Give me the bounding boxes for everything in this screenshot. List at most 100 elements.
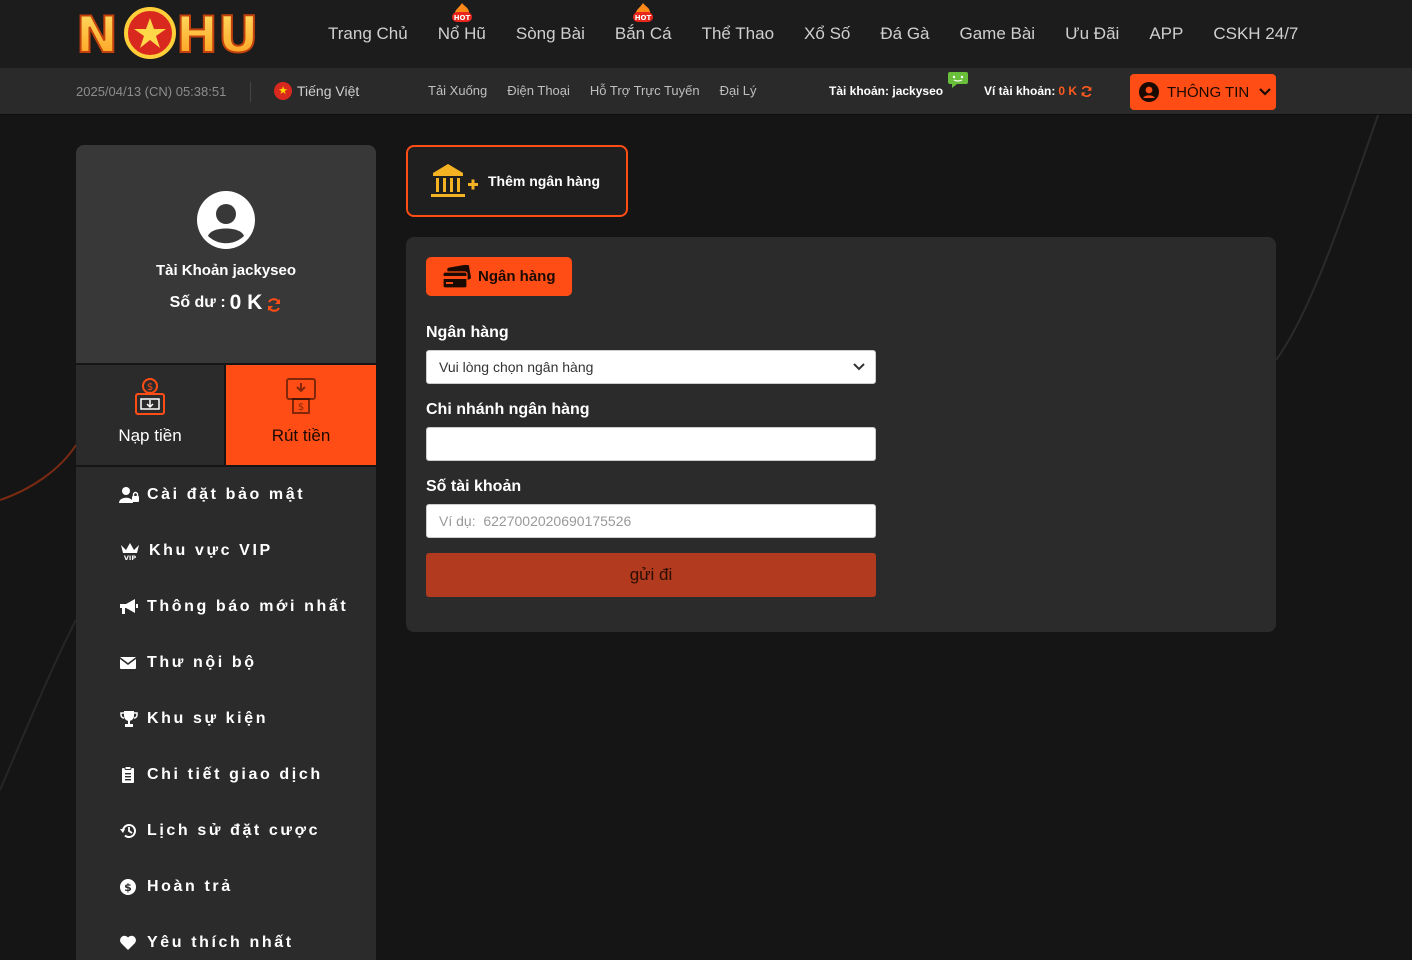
nav-item-support[interactable]: CSKH 24/7 [1198,0,1313,68]
deposit-atm-icon: $ [135,378,165,415]
nav-label: Trang Chủ [328,24,408,43]
add-bank-button[interactable]: Thêm ngân hàng [406,145,628,217]
nav-label: Ưu Đãi [1065,24,1120,43]
branch-input[interactable] [426,427,876,461]
refresh-icon[interactable] [266,297,282,313]
nav-label: Xổ Số [804,24,851,43]
credit-card-icon [442,264,471,289]
menu-label: Cài đặt bảo mật [147,486,306,503]
hot-badge-icon: HOT [451,3,472,22]
nav-label: APP [1149,24,1184,43]
nav-label: Nổ Hũ [437,24,486,43]
nohu-logo[interactable]: N HU [76,4,270,62]
info-dropdown-button[interactable]: THÔNG TIN [1130,74,1276,110]
withdraw-atm-icon: $ [286,378,316,414]
bank-form-card: Ngân hàng Ngân hàng Vui lòng chọn ngân h… [406,237,1276,632]
withdraw-label: Rút tiền [271,426,331,445]
sub-header-bar: 2025/04/13 (CN) 05:38:51 ★ Tiếng Việt Tả… [0,68,1412,115]
nav-item-app[interactable]: APP [1134,0,1198,68]
svg-text:HU: HU [176,6,258,62]
heart-icon [120,935,136,950]
chevron-down-icon [853,363,865,371]
chevron-down-icon [1259,88,1272,96]
nav-item-sports[interactable]: Thể Thao [687,0,789,68]
link-phone[interactable]: Điện Thoại [497,83,580,98]
tab-label: Ngân hàng [478,268,556,285]
menu-item-vip[interactable]: VIP Khu vực VIP [76,523,376,579]
hot-badge-text: HOT [635,14,652,22]
deposit-tile[interactable]: $ Nạp tiền [76,365,226,465]
envelope-icon [119,657,137,669]
hot-badge-text: HOT [453,14,470,22]
wallet-amount: 0 K [1058,84,1078,98]
menu-label: Thư nội bộ [147,654,257,671]
link-download[interactable]: Tải Xuống [418,83,497,98]
chat-bubble-icon[interactable] [947,71,969,89]
balance-value: 0 K [229,291,263,314]
refresh-icon[interactable] [1080,85,1093,98]
fund-tiles: $ Nạp tiền $ Rút tiền [76,365,376,465]
menu-label: Lịch sử đặt cược [147,822,321,839]
megaphone-icon [120,599,138,614]
menu-label: Khu vực VIP [149,542,273,559]
menu-item-events[interactable]: Khu sự kiện [76,691,376,747]
link-agent[interactable]: Đại Lý [710,83,767,98]
history-icon [120,824,136,839]
add-bank-label: Thêm ngân hàng [488,173,600,189]
clipboard-icon [122,766,134,783]
menu-label: Yêu thích nhất [147,934,294,951]
user-lock-icon [119,487,139,503]
nav-label: Game Bài [959,24,1036,43]
language-selector[interactable]: ★ Tiếng Việt [274,82,359,100]
menu-label: Chi tiết giao dịch [147,766,323,783]
nav-label: Đá Gà [880,24,930,43]
utility-links: Tải Xuống Điện Thoại Hỗ Trợ Trực Tuyến Đ… [418,83,766,98]
trophy-icon [120,711,138,727]
vip-crown-icon: VIP [121,543,139,561]
nav-item-cockfight[interactable]: Đá Gà [865,0,944,68]
nav-item-casino[interactable]: Sòng Bài [501,0,600,68]
branch-label: Chi nhánh ngân hàng [426,401,590,418]
menu-item-announcements[interactable]: Thông báo mới nhất [76,579,376,635]
account-number-label: Số tài khoản [426,478,522,495]
main-nav: Trang Chủ HOT Nổ Hũ Sòng Bài HOT Bắn Cá … [313,0,1313,68]
nav-label: Bắn Cá [614,24,672,43]
profile-card: Tài Khoản jackyseo Số dư : 0 K [76,145,376,363]
menu-item-bet-history[interactable]: Lịch sử đặt cược [76,803,376,859]
top-navbar: N HU Trang Chủ HOT Nổ Hũ Sòng Bài HOT Bắ… [0,0,1412,68]
account-number-input[interactable] [426,504,876,538]
hot-badge-icon: HOT [633,3,654,22]
menu-label: Khu sự kiện [147,710,269,727]
bank-select[interactable]: Vui lòng chọn ngân hàng [426,350,876,384]
nav-item-lottery[interactable]: Xổ Số [789,0,865,68]
bank-add-icon [431,164,478,197]
menu-item-transactions[interactable]: Chi tiết giao dịch [76,747,376,803]
deposit-label: Nạp tiền [118,426,182,445]
tab-bank[interactable]: Ngân hàng [426,257,572,296]
account-label: Tài khoản: [829,84,890,98]
language-label: Tiếng Việt [297,83,360,99]
user-circle-icon [1139,82,1159,102]
svg-text:$: $ [298,402,304,413]
svg-text:$: $ [124,881,132,894]
svg-text:VIP: VIP [124,554,136,561]
account-menu: Cài đặt bảo mật VIP Khu vực VIP Thông bá… [76,467,376,960]
menu-item-favorites[interactable]: Yêu thích nhất [76,915,376,960]
withdraw-tile[interactable]: $ Rút tiền [226,365,376,465]
nav-item-home[interactable]: Trang Chủ [313,0,423,68]
nav-item-card-games[interactable]: Game Bài [945,0,1051,68]
nav-item-fishing[interactable]: HOT Bắn Cá [600,0,687,68]
menu-item-inbox[interactable]: Thư nội bộ [76,635,376,691]
link-online-support[interactable]: Hỗ Trợ Trực Tuyến [580,83,710,98]
menu-item-security[interactable]: Cài đặt bảo mật [76,467,376,523]
submit-button[interactable]: gửi đi [426,553,876,597]
avatar-icon [197,191,255,249]
menu-item-rebate[interactable]: $ Hoàn trả [76,859,376,915]
nav-item-slots[interactable]: HOT Nổ Hũ [423,0,501,68]
datetime-display: 2025/04/13 (CN) 05:38:51 [76,84,227,99]
nav-label: CSKH 24/7 [1213,24,1299,43]
nav-label: Thể Thao [701,24,775,43]
nav-item-promotions[interactable]: Ưu Đãi [1050,0,1134,68]
profile-balance: Số dư : 0 K [76,291,376,315]
wallet-label: Ví tài khoản: [984,84,1056,98]
